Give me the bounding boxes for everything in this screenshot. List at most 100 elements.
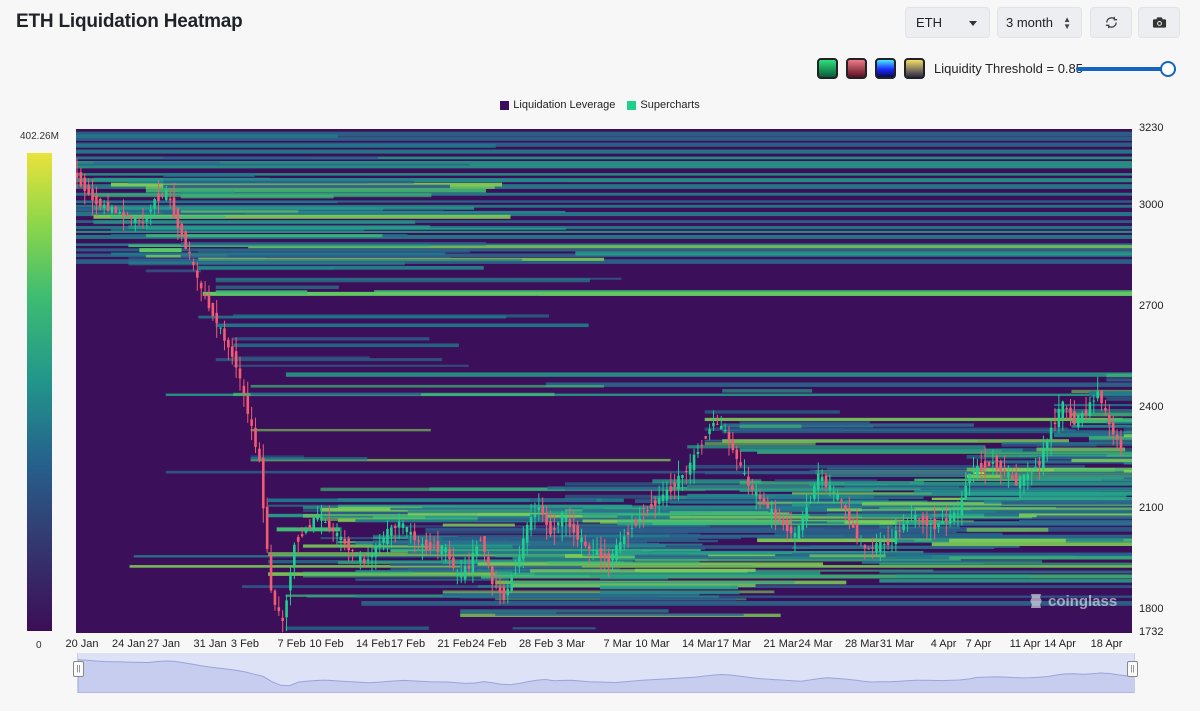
- candle-body: [463, 565, 467, 580]
- palette-red-swatch[interactable]: [846, 58, 867, 79]
- screenshot-button[interactable]: [1138, 7, 1180, 38]
- heatmap-band: [1123, 430, 1132, 434]
- candle-body: [374, 545, 378, 557]
- candle-body: [987, 461, 991, 467]
- candle-body: [789, 526, 793, 534]
- heatmap-band: [1036, 476, 1132, 481]
- candle-body: [925, 516, 929, 526]
- candle-body: [188, 251, 191, 254]
- palette-yellow-swatch[interactable]: [904, 58, 925, 79]
- candle-body: [79, 172, 83, 187]
- candle-body: [898, 530, 902, 532]
- candle-body: [979, 462, 983, 471]
- candle-body: [250, 419, 253, 426]
- heatmap-band: [1071, 412, 1132, 417]
- candle-body: [370, 553, 374, 558]
- y-tick-label: 2700: [1139, 300, 1164, 313]
- candle-body: [646, 510, 649, 512]
- candle-body: [320, 517, 323, 521]
- coin-select-value: ETH: [916, 15, 942, 30]
- candle-body: [1011, 475, 1014, 479]
- candle-body: [417, 540, 420, 542]
- candle-body: [304, 530, 308, 533]
- heatmap-band: [1036, 447, 1126, 452]
- navigator-left-handle[interactable]: ||: [73, 661, 84, 677]
- heatmap-band: [285, 372, 1132, 377]
- candle-body: [397, 521, 401, 528]
- candle-body: [227, 339, 230, 348]
- heatmap-hot-band: [139, 248, 182, 253]
- candle-body: [661, 494, 665, 502]
- refresh-icon: [1105, 16, 1117, 29]
- slider-thumb[interactable]: [1160, 61, 1176, 77]
- candle-body: [506, 588, 510, 596]
- heatmap-band: [826, 474, 978, 477]
- x-tick-label: 31 Mar: [879, 638, 915, 650]
- heatmap-band: [76, 230, 1132, 233]
- candle-body: [634, 519, 638, 526]
- candle-body: [196, 270, 199, 278]
- candle-body: [293, 544, 296, 567]
- heatmap-band: [739, 424, 802, 429]
- candle-body: [902, 524, 905, 531]
- x-tick-label: 24 Feb: [472, 638, 507, 650]
- candle-body: [778, 518, 781, 520]
- candle-body: [537, 507, 541, 510]
- heatmap-band: [931, 542, 1132, 547]
- navigator-right-handle[interactable]: ||: [1127, 661, 1138, 677]
- candle-body: [401, 523, 405, 528]
- heatmap-band: [949, 552, 1132, 556]
- palette-green-swatch[interactable]: [817, 58, 838, 79]
- heatmap-band: [1123, 428, 1132, 432]
- candle-body: [219, 327, 222, 329]
- y-tick-label: 2100: [1139, 502, 1164, 515]
- candle-body: [351, 549, 354, 551]
- heatmap-band: [163, 184, 451, 189]
- candle-body: [289, 573, 292, 591]
- candle-body: [471, 552, 475, 573]
- candle-body: [580, 537, 583, 543]
- legend-item-supercharts[interactable]: Supercharts: [627, 99, 700, 111]
- threshold-slider[interactable]: [1076, 61, 1176, 77]
- legend-item-leverage[interactable]: Liquidation Leverage: [500, 99, 615, 111]
- candle-body: [424, 539, 428, 551]
- candle-body: [529, 516, 533, 531]
- candle-body: [910, 517, 913, 519]
- candle-body: [343, 538, 347, 544]
- candle-body: [110, 206, 114, 213]
- heatmap-band: [547, 561, 700, 565]
- heatmap-band: [215, 278, 590, 283]
- candle-body: [300, 534, 304, 537]
- candle-body: [622, 536, 626, 545]
- candle-body: [626, 531, 630, 535]
- candle-body: [1100, 390, 1103, 404]
- candle-body: [456, 572, 459, 574]
- candle-body: [223, 328, 226, 341]
- candle-body: [871, 547, 874, 549]
- candle-body: [556, 522, 560, 526]
- candle-body: [382, 537, 385, 543]
- range-select[interactable]: 3 month ▲ ▼: [997, 7, 1082, 38]
- candle-body: [137, 220, 141, 222]
- heatmap-band: [233, 364, 469, 367]
- candle-body: [1018, 476, 1022, 489]
- candle-body: [475, 546, 479, 557]
- refresh-button[interactable]: [1090, 7, 1132, 38]
- range-navigator[interactable]: [77, 653, 1135, 693]
- coin-select[interactable]: ETH: [905, 7, 990, 38]
- heatmap-plot[interactable]: [76, 129, 1132, 633]
- candle-body: [498, 586, 502, 593]
- candle-body: [533, 513, 537, 518]
- candle-body: [603, 553, 607, 559]
- candle-body: [952, 512, 956, 521]
- candle-body: [327, 520, 331, 530]
- heatmap-band: [1019, 500, 1132, 504]
- candle-body: [832, 491, 836, 493]
- coinglass-logo-icon: [1030, 594, 1042, 608]
- heatmap-band: [163, 180, 415, 184]
- candle-body: [1065, 407, 1068, 409]
- candle-body: [754, 491, 758, 496]
- candle-body: [782, 519, 785, 525]
- candle-body: [851, 522, 855, 528]
- palette-blue-swatch[interactable]: [875, 58, 896, 79]
